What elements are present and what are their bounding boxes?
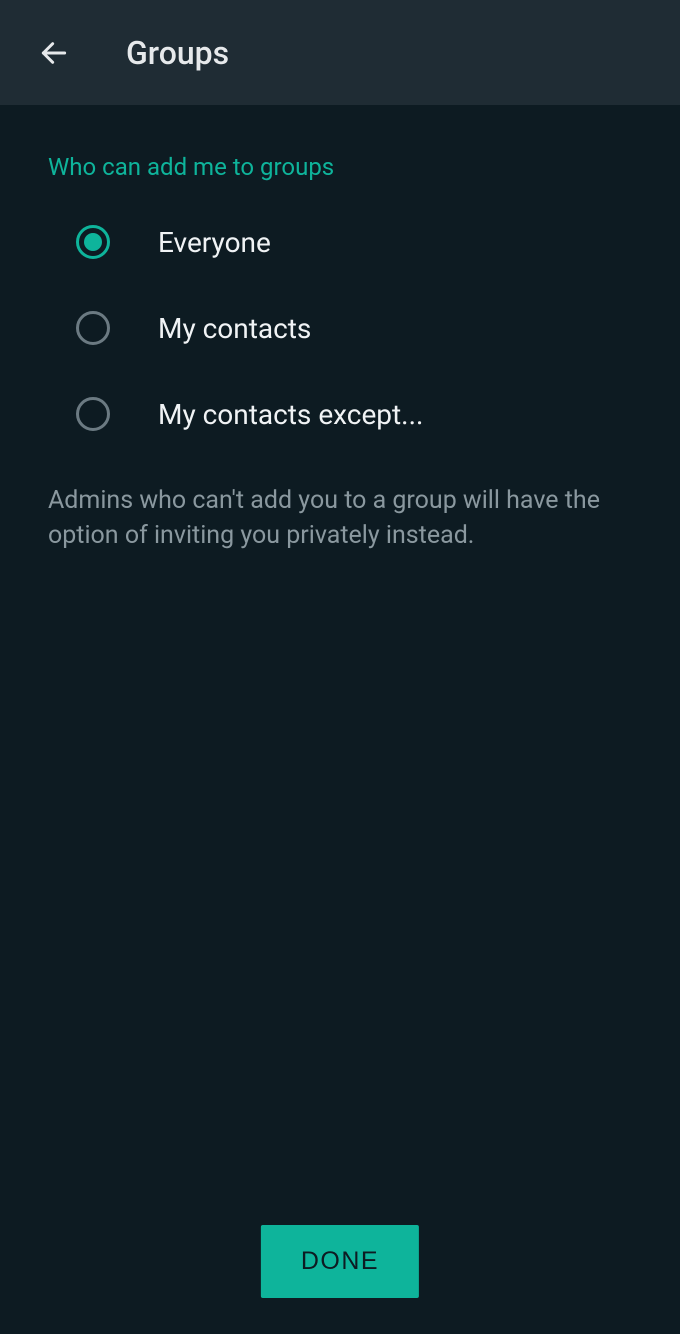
description-text: Admins who can't add you to a group will… [48, 483, 632, 553]
radio-button-icon [76, 311, 110, 345]
done-button[interactable]: DONE [261, 1225, 419, 1298]
option-label: Everyone [158, 226, 271, 259]
radio-group: Everyone My contacts My contacts except.… [48, 225, 632, 431]
option-my-contacts-except[interactable]: My contacts except... [76, 397, 632, 431]
radio-button-icon [76, 397, 110, 431]
content-area: Who can add me to groups Everyone My con… [0, 105, 680, 553]
option-my-contacts[interactable]: My contacts [76, 311, 632, 345]
page-title: Groups [126, 34, 229, 72]
back-arrow-icon[interactable] [38, 37, 70, 69]
header: Groups [0, 0, 680, 105]
option-everyone[interactable]: Everyone [76, 225, 632, 259]
option-label: My contacts [158, 312, 311, 345]
option-label: My contacts except... [158, 398, 423, 431]
section-title: Who can add me to groups [48, 153, 632, 181]
radio-button-icon [76, 225, 110, 259]
